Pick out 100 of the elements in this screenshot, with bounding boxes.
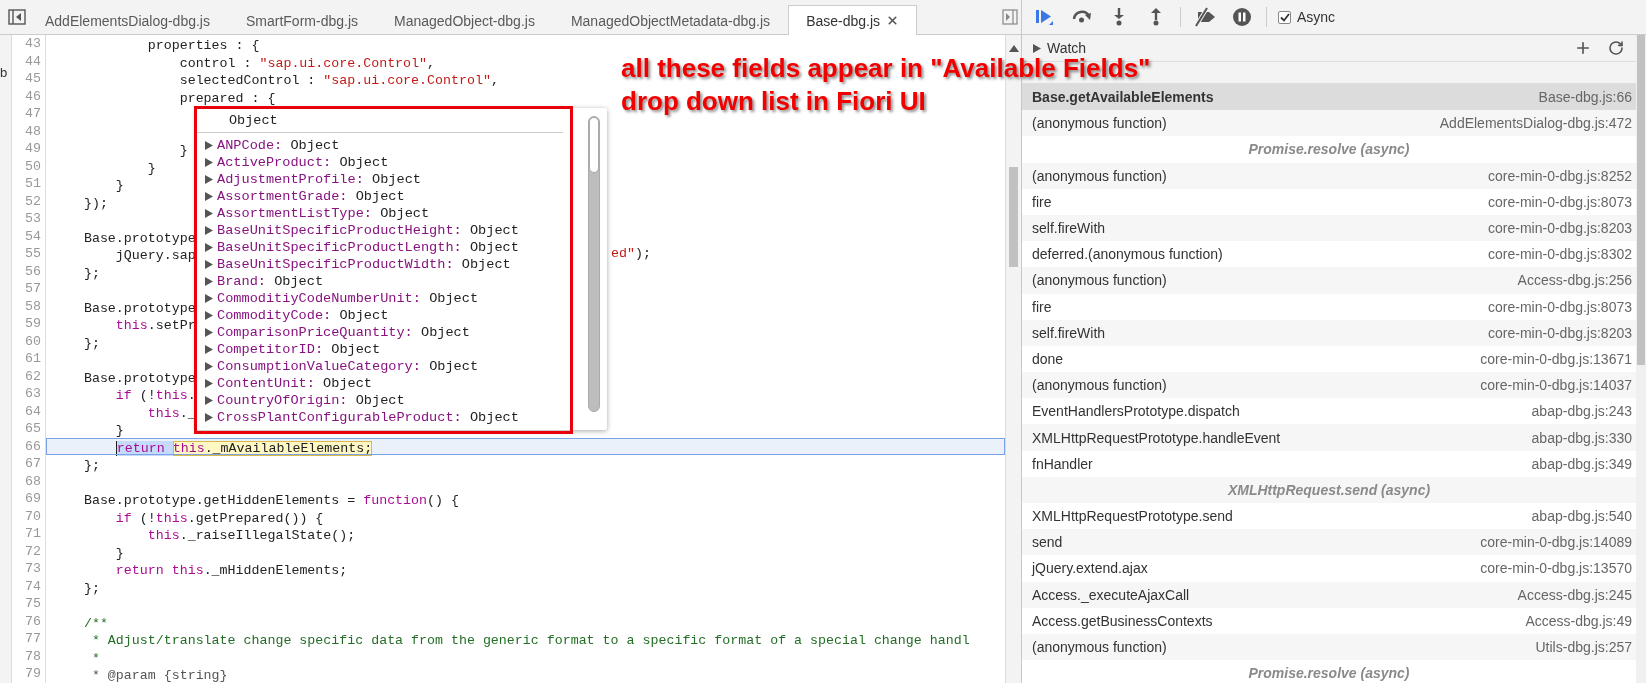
source-location[interactable]: core-min-0-dbg.js:8252 [1488,167,1632,184]
line-number: 63 [12,385,46,403]
code-line: selectedControl : "sap.ui.core.Control", [178,73,499,88]
source-location[interactable]: core-min-0-dbg.js:13570 [1480,560,1632,577]
property-item[interactable]: AssortmentListType: Object [205,205,607,222]
code-line: return this._mHiddenElements; [114,563,348,578]
call-frame[interactable]: (anonymous function) Utils-dbg.js:257 [1022,633,1636,661]
navigator-toggle-icon[interactable] [7,7,27,27]
file-tab[interactable]: AddElementsDialog-dbg.js [27,5,228,35]
property-item[interactable]: CommoditiyCodeNumberUnit: Object [205,290,607,307]
scrollbar[interactable] [1636,35,1646,683]
refresh-icon[interactable] [1608,40,1624,56]
line-number: 79 [12,665,46,683]
code-line: properties : { [146,38,260,53]
async-separator: XMLHttpRequest.send (async) [1227,481,1431,498]
source-location[interactable]: abap-dbg.js:349 [1531,455,1632,472]
property-entry: CommoditiyCodeNumberUnit: Object [217,291,479,306]
property-item[interactable]: BaseUnitSpecificProductHeight: Object [205,222,607,239]
code-line: if (!this. [114,388,196,403]
source-location[interactable]: core-min-0-dbg.js:8203 [1488,220,1632,237]
call-frame[interactable]: XMLHttpRequestPrototype.handleEvent abap-dbg.js:330 [1022,424,1636,451]
call-frame[interactable]: (anonymous function) core-min-0-dbg.js:14037 [1022,372,1636,399]
function-name: send [1032,534,1063,551]
source-location[interactable]: core-min-0-dbg.js:14037 [1480,377,1632,394]
line-number: 57 [12,280,46,298]
line-number: 62 [12,367,46,385]
code-line: } [114,423,124,438]
call-frame[interactable]: self.fireWith core-min-0-dbg.js:8203 [1022,319,1636,346]
property-entry: ConsumptionValueCategory: Object [217,359,479,374]
property-entry: BaseUnitSpecificProductLength: Object [217,240,519,255]
function-name: fire [1032,298,1052,315]
call-frame[interactable]: (anonymous function) core-min-0-dbg.js:8252 [1022,162,1636,189]
line-number: 55 [12,245,46,263]
call-frame[interactable]: Base.getAvailableElements Base-dbg.js:66 [1022,84,1636,111]
file-tab[interactable]: Base-dbg.js [788,5,918,35]
property-item[interactable]: CompetitorID: Object [205,341,607,358]
scrollbar-thumb[interactable] [1009,167,1018,267]
async-checkbox[interactable] [1278,10,1291,24]
add-icon[interactable] [1574,39,1592,57]
source-location[interactable]: core-min-0-dbg.js:8302 [1488,246,1632,263]
property-item[interactable]: BaseUnitSpecificProductWidth: Object [205,256,607,273]
source-location[interactable]: abap-dbg.js:330 [1531,429,1632,446]
property-entry: CountryOfOrigin: Object [217,393,405,408]
property-item[interactable]: Brand: Object [205,273,607,290]
resume-icon[interactable] [1034,7,1056,27]
function-name: self.fireWith [1032,220,1106,237]
source-location[interactable]: core-min-0-dbg.js:8073 [1488,193,1632,210]
line-number: 60 [12,332,46,350]
source-location[interactable]: Access-dbg.js:245 [1517,586,1632,603]
line-number: 73 [12,560,46,578]
scrollbar-thumb[interactable] [589,117,599,173]
scroll-up-icon[interactable] [1009,45,1019,52]
property-item[interactable]: ANPCode: Object [205,137,607,154]
scrollbar-thumb[interactable] [1637,35,1645,365]
property-entry: BaseUnitSpecificProductWidth: Object [217,257,511,272]
source-location[interactable]: core-min-0-dbg.js:8073 [1488,298,1632,315]
source-location[interactable]: Base-dbg.js:66 [1538,89,1632,106]
property-entry: Brand: Object [217,274,324,289]
file-tab[interactable]: ManagedObjectMetadata-dbg.js [552,5,789,35]
source-location[interactable]: core-min-0-dbg.js:14089 [1480,534,1632,551]
source-location[interactable]: Access-dbg.js:256 [1517,272,1632,289]
property-item[interactable]: AssortmentGrade: Object [205,188,607,205]
call-frame[interactable]: Access._executeAjaxCall Access-dbg.js:245 [1022,581,1636,608]
property-item[interactable]: CountryOfOrigin: Object [205,392,607,409]
source-location[interactable]: abap-dbg.js:540 [1531,508,1632,525]
source-location[interactable]: Utils-dbg.js:257 [1535,639,1632,656]
expand-icon[interactable] [1033,43,1041,53]
source-location[interactable]: core-min-0-dbg.js:8203 [1488,324,1632,341]
line-number: 77 [12,630,46,648]
property-item[interactable]: ContentUnit: Object [205,375,607,392]
property-item[interactable]: AdjustmentProfile: Object [205,171,607,188]
property-item[interactable]: ActiveProduct: Object [205,154,607,171]
call-frame[interactable]: (anonymous function) AddElementsDialog-dbg.js:472 [1022,110,1636,137]
line-number: 56 [12,262,46,280]
source-location[interactable]: Access-dbg.js:49 [1525,612,1632,629]
call-frame[interactable]: (anonymous function) Access-dbg.js:256 [1022,267,1636,294]
line-number: 47 [12,105,46,123]
code-line: * @param {string} [90,668,228,683]
pause-icon[interactable] [1232,7,1252,27]
line-number: 78 [12,647,46,665]
property-item[interactable]: ComparisonPriceQuantity: Object [205,324,607,341]
scrollbar[interactable] [588,116,600,412]
property-entry: CommodityCode: Object [217,308,389,323]
property-entry: CrossPlantConfigurableProduct: Object [217,410,519,425]
file-tab[interactable]: ManagedObject-dbg.js [376,5,553,35]
call-frame[interactable]: send core-min-0-dbg.js:14089 [1022,529,1636,556]
code-line: /** [82,615,108,631]
property-item[interactable]: CrossPlantConfigurableProduct: Object [205,409,607,426]
sidebar-toggle-icon[interactable] [999,7,1021,27]
source-location[interactable]: abap-dbg.js:243 [1531,403,1632,420]
property-item[interactable]: CommodityCode: Object [205,307,607,324]
source-location[interactable]: AddElementsDialog-dbg.js:472 [1439,115,1632,132]
code-line: * Adjust/translate change specific data from the generic format to a specific format of a special change handl [90,633,970,648]
property-item[interactable]: ConsumptionValueCategory: Object [205,358,607,375]
async-label: Async [1297,9,1336,25]
line-number: 45 [12,70,46,88]
call-frame[interactable]: self.fireWith core-min-0-dbg.js:8203 [1022,214,1636,242]
file-tab[interactable]: SmartForm-dbg.js [228,5,376,35]
source-location[interactable]: core-min-0-dbg.js:13671 [1480,350,1632,367]
property-item[interactable]: BaseUnitSpecificProductLength: Object [205,239,607,256]
